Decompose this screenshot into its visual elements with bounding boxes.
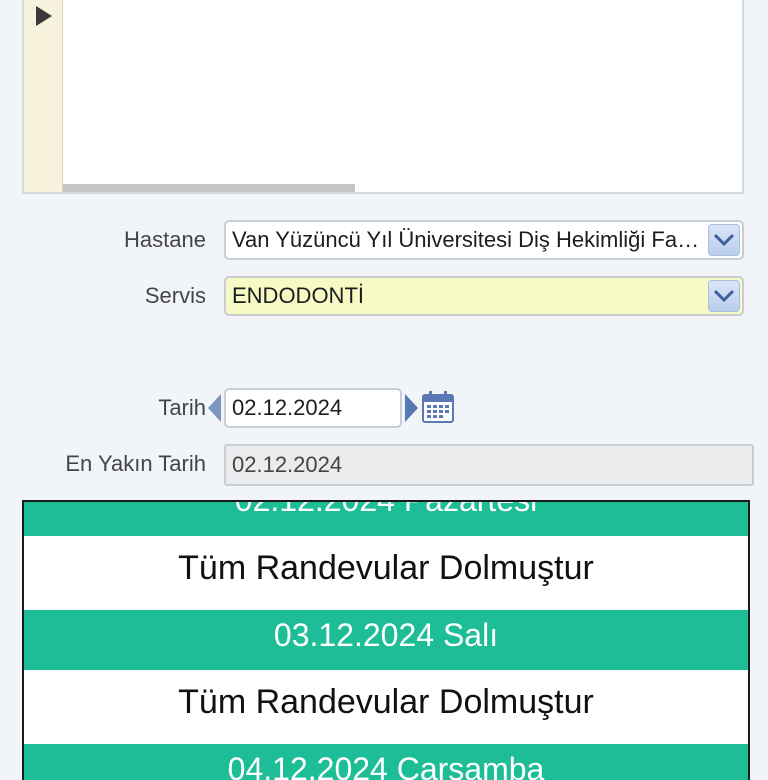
service-label: Servis [144, 283, 206, 308]
date-input-value: 02.12.2024 [232, 395, 343, 420]
nearest-date-field: 02.12.2024 [224, 444, 754, 486]
chevron-down-icon [713, 233, 735, 247]
previous-date-button[interactable] [208, 394, 221, 422]
hospital-label: Hastane [124, 227, 206, 252]
row-indicator-column [24, 0, 63, 192]
day-status: Tüm Randevular Dolmuştur [24, 670, 748, 744]
date-input[interactable]: 02.12.2024 [224, 388, 402, 428]
day-status: Tüm Randevular Dolmuştur [24, 536, 748, 610]
row-indicator-icon [36, 6, 52, 26]
calendar-icon[interactable] [421, 390, 455, 424]
next-date-button[interactable] [405, 394, 418, 422]
horizontal-scrollbar[interactable] [63, 184, 355, 192]
hospital-select[interactable]: Van Yüzüncü Yıl Üniversitesi Diş Hekimli… [224, 220, 744, 260]
service-select[interactable]: ENDODONTİ [224, 276, 744, 316]
nearest-date-label: En Yakın Tarih [65, 451, 206, 476]
date-label: Tarih [158, 395, 206, 420]
day-header: 03.12.2024 Salı [24, 610, 748, 670]
hospital-dropdown-button[interactable] [708, 224, 740, 256]
chevron-down-icon [713, 289, 735, 303]
hospital-select-value: Van Yüzüncü Yıl Üniversitesi Diş Hekimli… [232, 227, 702, 252]
day-header: 02.12.2024 Pazartesi [24, 502, 748, 536]
appointment-list[interactable]: 02.12.2024 Pazartesi Tüm Randevular Dolm… [22, 500, 750, 780]
records-grid[interactable] [22, 0, 744, 194]
day-header: 04.12.2024 Çarşamba [24, 744, 748, 780]
service-dropdown-button[interactable] [708, 280, 740, 312]
service-select-value: ENDODONTİ [232, 283, 364, 308]
nearest-date-value: 02.12.2024 [232, 452, 343, 477]
